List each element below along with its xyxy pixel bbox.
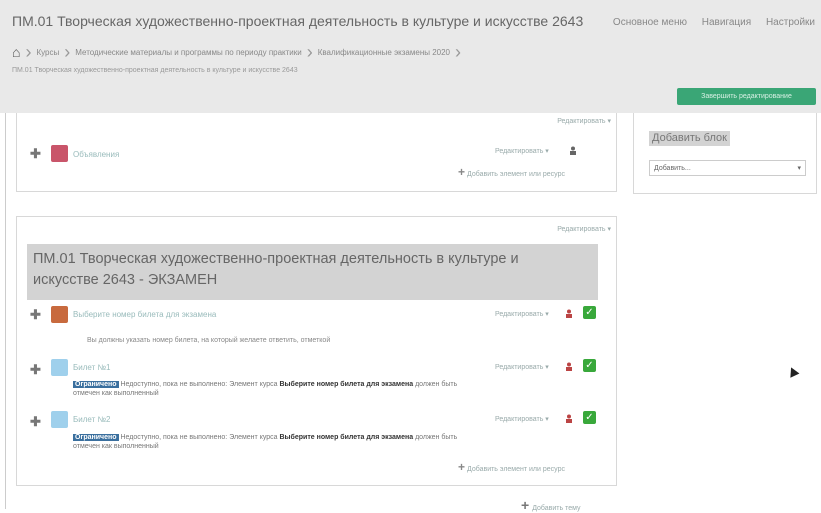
select-value: Добавить... (654, 165, 691, 172)
course-section: Редактировать ▾ ✚ Объявления Редактирова… (16, 113, 617, 192)
move-icon[interactable]: ✚ (30, 362, 41, 378)
chevron-right-icon: › (455, 42, 461, 62)
section-title: ПМ.01 Творческая художественно-проектная… (27, 244, 598, 300)
menu-main[interactable]: Основное меню (613, 17, 687, 28)
restriction-text: Недоступно, пока не выполнено: Элемент к… (120, 434, 278, 441)
activity-link[interactable]: Билет №1 (73, 363, 111, 372)
home-icon[interactable]: ⌂ (12, 44, 20, 60)
section-title-line: искусстве 2643 - ЭКЗАМЕН (33, 272, 218, 288)
section-title-line: ПМ.01 Творческая художественно-проектная… (33, 251, 519, 267)
add-block-panel: Добавить блок Добавить... ▾ (633, 113, 817, 194)
restriction-text: отмечен как выполненный (73, 390, 159, 397)
breadcrumb-item[interactable]: Методические материалы и программы по пе… (75, 48, 301, 57)
mouse-cursor-icon (786, 365, 800, 378)
restriction-text: Недоступно, пока не выполнено: Элемент к… (120, 381, 278, 388)
user-icon[interactable] (565, 362, 573, 371)
breadcrumb-item[interactable]: Квалификационные экзамены 2020 (318, 48, 450, 57)
add-activity-link[interactable]: + Добавить элемент или ресурс (458, 165, 565, 179)
restriction-text: отмечен как выполненный (73, 443, 159, 450)
page-icon (51, 359, 68, 376)
breadcrumb-item[interactable]: Курсы (36, 48, 59, 57)
forum-icon (51, 145, 68, 162)
activity-link[interactable]: Билет №2 (73, 415, 111, 424)
top-menu: Основное меню Навигация Настройки (601, 17, 815, 28)
menu-navigation[interactable]: Навигация (702, 17, 751, 28)
activity-edit-menu[interactable]: Редактировать ▾ (495, 363, 549, 371)
user-icon[interactable] (565, 414, 573, 423)
move-icon[interactable]: ✚ (30, 414, 41, 430)
add-activity-label: Добавить элемент или ресурс (467, 466, 565, 473)
restriction-info: Ограничено Недоступно, пока не выполнено… (73, 380, 457, 398)
restricted-badge: Ограничено (73, 434, 119, 441)
add-topic-link[interactable]: + Добавить тему (521, 497, 580, 513)
restriction-info: Ограничено Недоступно, пока не выполнено… (73, 433, 457, 451)
divider (5, 113, 6, 509)
restriction-text: должен быть (415, 434, 458, 441)
user-icon[interactable] (565, 309, 573, 318)
chevron-right-icon: › (64, 42, 71, 62)
add-activity-label: Добавить элемент или ресурс (467, 171, 565, 178)
completion-check-icon[interactable]: ✓ (583, 306, 596, 319)
section-edit-menu[interactable]: Редактировать ▾ (557, 225, 611, 233)
activity-edit-menu[interactable]: Редактировать ▾ (495, 415, 549, 423)
restriction-link[interactable]: Выберите номер билета для экзамена (280, 381, 414, 388)
completion-check-icon[interactable]: ✓ (583, 359, 596, 372)
finish-editing-button[interactable]: Завершить редактирование (677, 88, 816, 105)
restriction-text: должен быть (415, 381, 458, 388)
activity-link[interactable]: Выберите номер билета для экзамена (73, 310, 216, 319)
add-activity-link[interactable]: + Добавить элемент или ресурс (458, 460, 565, 474)
breadcrumb-current[interactable]: ПМ.01 Творческая художественно-проектная… (12, 67, 298, 74)
activity-edit-menu[interactable]: Редактировать ▾ (495, 310, 549, 318)
restricted-badge: Ограничено (73, 381, 119, 388)
user-icon[interactable] (569, 146, 577, 155)
choice-icon (51, 306, 68, 323)
course-section: Редактировать ▾ ПМ.01 Творческая художес… (16, 216, 617, 486)
breadcrumb: ⌂ › Курсы › Методические материалы и про… (12, 42, 466, 62)
activity-description: Вы должны указать номер билета, на котор… (87, 337, 331, 344)
restriction-link[interactable]: Выберите номер билета для экзамена (280, 434, 414, 441)
page-header: ПМ.01 Творческая художественно-проектная… (0, 0, 821, 113)
move-icon[interactable]: ✚ (30, 146, 41, 162)
chevron-right-icon: › (306, 42, 313, 62)
activity-link[interactable]: Объявления (73, 150, 119, 159)
menu-settings[interactable]: Настройки (766, 17, 815, 28)
move-icon[interactable]: ✚ (30, 307, 41, 323)
chevron-down-icon: ▾ (797, 165, 801, 172)
activity-edit-menu[interactable]: Редактировать ▾ (495, 147, 549, 155)
completion-check-icon[interactable]: ✓ (583, 411, 596, 424)
block-title: Добавить блок (649, 131, 730, 146)
add-block-select[interactable]: Добавить... ▾ (649, 160, 806, 176)
chevron-right-icon: › (25, 42, 32, 62)
page-icon (51, 411, 68, 428)
course-title: ПМ.01 Творческая художественно-проектная… (12, 13, 584, 29)
section-edit-menu[interactable]: Редактировать ▾ (557, 117, 611, 125)
